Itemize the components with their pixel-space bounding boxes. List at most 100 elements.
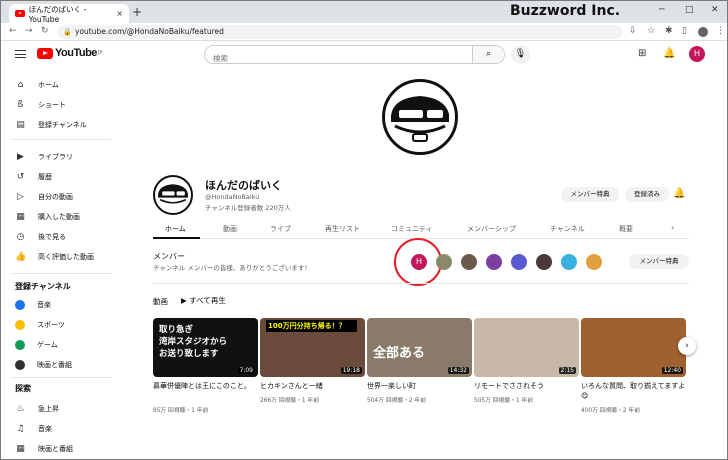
video-meta: 95万 回視聴・1 年前 xyxy=(153,408,209,414)
sidebar-item-main-2[interactable]: ▤ 登録チャンネル xyxy=(15,117,87,133)
new-tab-button[interactable]: + xyxy=(132,5,142,19)
tab-close-icon[interactable]: × xyxy=(116,9,123,18)
helmet-logo-icon xyxy=(391,96,449,142)
members-subtitle: チャンネル メンバーの皆様、ありがとうございます！ xyxy=(153,264,311,272)
member-perks-button[interactable]: メンバー特典 xyxy=(629,254,689,269)
voice-search-button[interactable]: 🎙 xyxy=(511,45,530,64)
tab-title: ほんだのばいく - YouTube xyxy=(28,4,87,24)
account-avatar[interactable]: H xyxy=(689,46,705,62)
youtube-favicon-icon xyxy=(15,10,25,17)
profile-icon[interactable] xyxy=(698,27,708,37)
helmet-logo-icon xyxy=(158,184,188,204)
videos-section-title[interactable]: 動画 xyxy=(153,296,168,307)
video-title[interactable]: いろんな質問、取り揃えてますよ😋 xyxy=(581,381,686,401)
member-avatar[interactable] xyxy=(561,254,577,270)
search-box: ⌕ xyxy=(204,45,505,64)
tab-5[interactable]: メンバーシップ xyxy=(467,224,516,234)
url-text: youtube.com/@HondaNoBaiku/featured xyxy=(75,27,224,36)
sidebar-item-label: スポーツ xyxy=(37,321,65,329)
sidebar-item-label: 映画と番組 xyxy=(37,361,72,369)
sidebar-item-subs-2[interactable]: ゲーム xyxy=(15,337,58,353)
member-avatar[interactable] xyxy=(486,254,502,270)
sidebar-item-explore-0[interactable]: ♨ 急上昇 xyxy=(15,401,59,417)
forward-icon[interactable]: → xyxy=(25,26,33,36)
tab-2[interactable]: ライブ xyxy=(270,224,291,234)
notifications-icon[interactable]: 🔔 xyxy=(663,48,675,59)
sidebar-item-label: 急上昇 xyxy=(38,405,59,413)
sidebar-item-library-2[interactable]: ▷ 自分の動画 xyxy=(15,189,73,205)
extensions-icon[interactable]: ✱ xyxy=(665,26,673,36)
video-thumbnail[interactable]: 100万円分持ち帰る！？ 19:18 xyxy=(260,318,365,377)
music-icon: ♫ xyxy=(16,424,25,434)
thumbnail-text: 全部ある xyxy=(373,346,426,361)
search-button[interactable]: ⌕ xyxy=(472,46,504,63)
tab-7[interactable]: 概要 xyxy=(619,224,633,234)
sidebar-item-main-0[interactable]: ⌂ ホーム xyxy=(15,77,59,93)
tab-1[interactable]: 動画 xyxy=(223,224,237,234)
shorts-icon: ß xyxy=(17,100,24,110)
install-icon[interactable]: ⇩ xyxy=(629,26,637,36)
create-icon[interactable]: ⊞ xyxy=(638,48,646,59)
membership-perks-button[interactable]: メンバー特典 xyxy=(561,187,619,202)
menu-icon[interactable] xyxy=(15,50,26,58)
sidebar-item-library-4[interactable]: ◷ 後で見る xyxy=(15,229,66,245)
video-meta: 266万 回視聴・1 年前 xyxy=(260,398,320,404)
tab-4[interactable]: コミュニティ xyxy=(391,224,433,234)
highlight-circle xyxy=(394,238,442,286)
movies-icon: ▦ xyxy=(16,444,25,454)
subscribed-button[interactable]: 登録済み xyxy=(625,187,669,202)
sidebar-item-subs-0[interactable]: 音楽 xyxy=(15,297,51,313)
search-input[interactable] xyxy=(205,50,475,63)
maximize-icon[interactable]: □ xyxy=(685,5,694,15)
mic-icon: 🎙 xyxy=(514,49,527,59)
member-avatar[interactable] xyxy=(436,254,452,270)
video-title[interactable]: 慕華併優陣とは王にこのこと。 xyxy=(153,381,258,391)
bookmark-star-icon[interactable]: ☆ xyxy=(647,26,655,36)
back-icon[interactable]: ← xyxy=(9,26,17,36)
youtube-logo[interactable]: YouTube JP xyxy=(37,47,102,59)
video-meta: 504万 回視聴・2 年前 xyxy=(367,398,427,404)
sidebar-item-library-5[interactable]: 👍 高く評価した動画 xyxy=(15,249,94,265)
url-field[interactable]: 🔒 youtube.com/@HondaNoBaiku/featured xyxy=(57,25,622,39)
sidebar-item-label: 音楽 xyxy=(38,425,52,433)
sidebar-item-explore-1[interactable]: ♫ 音楽 xyxy=(15,421,52,437)
notification-bell-icon[interactable]: 🔔 xyxy=(673,188,685,199)
member-avatar[interactable] xyxy=(536,254,552,270)
reload-icon[interactable]: ↻ xyxy=(41,26,49,36)
browser-menu-icon[interactable]: ⋮ xyxy=(716,26,725,36)
section-divider xyxy=(153,283,689,284)
channel-avatar[interactable] xyxy=(153,175,193,215)
play-all-button[interactable]: ▶ すべて再生 xyxy=(181,295,226,306)
sidebar-item-explore-2[interactable]: ▦ 映画と番組 xyxy=(15,441,73,457)
video-thumbnail[interactable]: 2:15 xyxy=(474,318,579,377)
video-meta: 400万 回視聴・2 年前 xyxy=(581,408,641,414)
minimize-icon[interactable]: ─ xyxy=(659,5,664,15)
video-title[interactable]: 世界一楽しい町 xyxy=(367,381,472,391)
browser-tab[interactable]: ほんだのばいく - YouTube × xyxy=(9,4,129,24)
video-thumbnail[interactable]: 取り急ぎ 湾岸スタジオから お送り致します 7:09 xyxy=(153,318,258,377)
member-avatar[interactable] xyxy=(586,254,602,270)
sidebar-item-main-1[interactable]: ß ショート xyxy=(15,97,66,113)
sidebar-item-subs-3[interactable]: 映画と番組 xyxy=(15,357,72,373)
video-title[interactable]: ヒカキンさんと一緒 xyxy=(260,381,365,391)
member-avatar[interactable] xyxy=(461,254,477,270)
sidebar-item-label: 履歴 xyxy=(38,173,52,181)
tab-3[interactable]: 再生リスト xyxy=(325,224,360,234)
video-thumbnail[interactable]: 12:40 xyxy=(581,318,686,377)
video-thumbnail[interactable]: 全部ある 14:32 xyxy=(367,318,472,377)
sidebar-item-library-3[interactable]: ▦ 購入した動画 xyxy=(15,209,80,225)
sidebar-item-library-1[interactable]: ↺ 履歴 xyxy=(15,169,52,185)
your-videos-icon: ▷ xyxy=(17,192,24,202)
member-avatar[interactable] xyxy=(511,254,527,270)
sidepanel-icon[interactable]: ▯ xyxy=(682,26,687,36)
home-icon: ⌂ xyxy=(17,80,24,90)
tab-0[interactable]: ホーム xyxy=(153,224,200,239)
shelf-next-button[interactable]: › xyxy=(678,337,696,355)
tabs-next-icon[interactable]: › xyxy=(671,223,674,232)
tab-6[interactable]: チャンネル xyxy=(550,224,585,234)
sidebar-item-library-0[interactable]: ▶ ライブラリ xyxy=(15,149,73,165)
subscriptions-icon: ▤ xyxy=(16,120,25,130)
sidebar-item-subs-1[interactable]: スポーツ xyxy=(15,317,65,333)
window-close-icon[interactable]: ✕ xyxy=(711,5,719,15)
video-title[interactable]: リモートでさされそう xyxy=(474,381,579,391)
